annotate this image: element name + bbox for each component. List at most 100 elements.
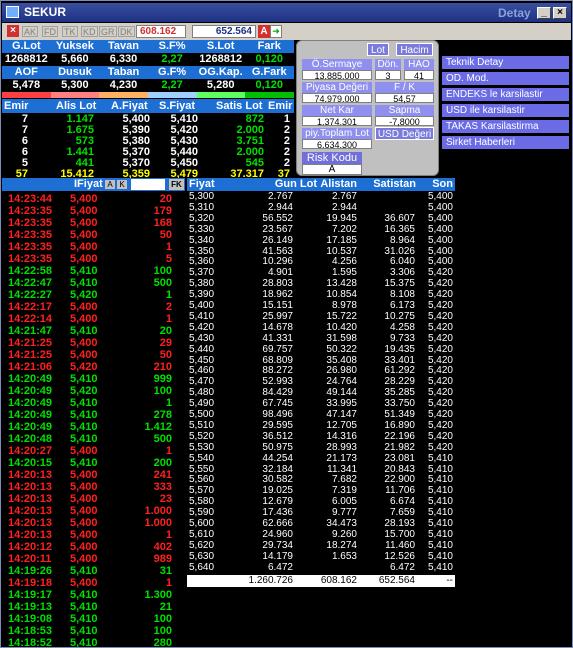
trade-row[interactable]: 14:23:35 5,400 1: [2, 241, 185, 253]
a-button[interactable]: A: [258, 25, 270, 38]
trade-row[interactable]: 14:20:27 5,400 1: [2, 445, 185, 457]
trade-time: 14:20:12: [8, 541, 53, 553]
distribution-row[interactable]: 5,420 14.678 10.420 4.258 5,420: [187, 322, 455, 334]
distribution-row[interactable]: 5,530 50.975 28.993 21.982 5,420: [187, 442, 455, 454]
trade-row[interactable]: 14:20:49 5,410 1.412: [2, 421, 185, 433]
trade-row[interactable]: 14:20:13 5,400 1.000: [2, 517, 185, 529]
close-symbol-icon[interactable]: ×: [7, 25, 19, 37]
trade-row[interactable]: 14:23:35 5,400 179: [2, 205, 185, 217]
trade-row[interactable]: 14:21:25 5,400 50: [2, 349, 185, 361]
distribution-row[interactable]: 5,510 29.595 12.705 16.890 5,420: [187, 420, 455, 432]
distribution-row[interactable]: 5,620 29.734 18.274 11.460 5,410: [187, 540, 455, 552]
sort-k-icon[interactable]: K: [117, 180, 127, 189]
distribution-row[interactable]: 5,520 36.512 14.316 22.196 5,420: [187, 431, 455, 443]
trade-row[interactable]: 14:20:13 5,400 1.000: [2, 505, 185, 517]
trade-row[interactable]: 14:20:48 5,410 500: [2, 433, 185, 445]
trade-row[interactable]: 14:20:13 5,400 333: [2, 481, 185, 493]
sort-a-icon[interactable]: A: [105, 180, 115, 189]
dusuk-header: Dusuk: [58, 66, 92, 78]
filter-input[interactable]: [131, 179, 165, 190]
trade-row[interactable]: 14:20:11 5,400 989: [2, 553, 185, 565]
trade-lot: 50: [159, 229, 172, 241]
window-right-title: Detay: [498, 6, 531, 20]
usd-degeri-button[interactable]: USD Değeri: [375, 127, 434, 140]
trade-row[interactable]: 14:20:49 5,410 278: [2, 409, 185, 421]
distribution-row[interactable]: 5,310 2.944 2.944 5,400: [187, 201, 455, 214]
dist-son: 5,400: [427, 212, 453, 224]
trade-row[interactable]: 14:19:26 5,410 31: [2, 565, 185, 577]
distribution-row[interactable]: 5,610 24.960 9.260 15.700 5,410: [187, 528, 455, 541]
trade-row[interactable]: 14:18:52 5,410 280: [2, 637, 185, 648]
trade-row[interactable]: 14:21:06 5,420 210: [2, 361, 185, 373]
trade-row[interactable]: 14:22:58 5,410 100: [2, 265, 185, 277]
hacim-button[interactable]: Hacim: [396, 43, 433, 56]
menu-sirket-haberleri[interactable]: Sirket Haberleri: [442, 136, 569, 150]
menu-teknik-detay[interactable]: Teknik Detay: [442, 56, 569, 70]
piyasa-lot-value: 6.634.300: [302, 139, 372, 150]
dist-alistan: 15.722: [326, 310, 357, 322]
distribution-row[interactable]: 5,440 69.757 50.322 19.435 5,420: [187, 344, 455, 356]
trade-row[interactable]: 14:20:13 5,400 23: [2, 493, 185, 505]
distribution-row[interactable]: 5,410 25.997 15.722 10.275 5,420: [187, 310, 455, 323]
trade-row[interactable]: 14:23:44 5,400 20: [2, 193, 185, 205]
trade-row[interactable]: 14:20:15 5,410 200: [2, 457, 185, 469]
trade-row[interactable]: 14:23:35 5,400 168: [2, 217, 185, 229]
trade-row[interactable]: 14:23:35 5,400 5: [2, 253, 185, 265]
trade-row[interactable]: 14:21:47 5,410 20: [2, 325, 185, 337]
trade-row[interactable]: 14:20:49 5,420 100: [2, 385, 185, 397]
trade-row[interactable]: 14:20:13 5,400 241: [2, 469, 185, 481]
tab-fd[interactable]: FD: [42, 26, 58, 37]
trade-row[interactable]: 14:19:13 5,410 21: [2, 601, 185, 613]
trade-lot: 280: [153, 637, 172, 648]
trade-time: 14:21:25: [8, 337, 53, 349]
lot-button[interactable]: Lot: [367, 43, 389, 56]
emir-header: Emir: [4, 100, 29, 112]
trade-row[interactable]: 14:22:47 5,410 500: [2, 277, 185, 289]
distribution-row[interactable]: 5,330 23.567 7.202 16.365 5,400: [187, 224, 455, 236]
dusuk-value: 5,300: [61, 79, 89, 91]
distribution-row[interactable]: 5,540 44.254 21.173 23.081 5,410: [187, 453, 455, 465]
fk-button[interactable]: FK: [169, 179, 184, 190]
trade-lot: 5: [165, 253, 172, 265]
distribution-row[interactable]: 5,640 6.472 6.472 5,410: [187, 562, 455, 574]
distribution-row[interactable]: 5,340 26.149 17.185 8.964 5,400: [187, 235, 455, 247]
distribution-row[interactable]: 5,430 41.331 31.598 9.733 5,420: [187, 333, 455, 345]
dist-son: 5,410: [427, 528, 453, 540]
main-window: SEKUR Detay _ × × AK FD TK KD GR DK 608.…: [0, 0, 573, 648]
trade-row[interactable]: 14:19:08 5,410 100: [2, 613, 185, 625]
scrollbar[interactable]: [561, 181, 572, 647]
trade-row[interactable]: 14:20:49 5,410 999: [2, 373, 185, 385]
go-arrow-icon[interactable]: ➜: [270, 25, 282, 38]
tab-dk[interactable]: DK: [118, 26, 135, 37]
title-bar[interactable]: SEKUR Detay _ ×: [2, 3, 571, 22]
trade-row[interactable]: 14:22:17 5,400 2: [2, 301, 185, 313]
close-icon[interactable]: ×: [553, 7, 567, 19]
trade-row[interactable]: 14:18:53 5,410 100: [2, 625, 185, 637]
trade-row[interactable]: 14:21:25 5,400 29: [2, 337, 185, 349]
trade-row[interactable]: 14:20:12 5,400 402: [2, 541, 185, 553]
tab-ak[interactable]: AK: [22, 26, 39, 37]
trade-row[interactable]: 14:23:35 5,400 50: [2, 229, 185, 241]
menu-takas[interactable]: TAKAS Karsilastirma: [442, 120, 569, 134]
dist-gun-lot: 2.944: [267, 201, 293, 213]
trade-time: 14:23:35: [8, 205, 53, 217]
gfark-header: G.Fark: [251, 66, 287, 78]
menu-od-mod[interactable]: OD. Mod.: [442, 72, 569, 86]
menu-endeks[interactable]: ENDEKS le karsilastir: [442, 88, 569, 102]
distribution-row[interactable]: 5,300 2.767 2.767 5,400: [187, 191, 455, 203]
tab-tk[interactable]: TK: [62, 26, 78, 37]
trade-row[interactable]: 14:22:14 5,400 1: [2, 313, 185, 325]
trade-row[interactable]: 14:19:18 5,400 1: [2, 577, 185, 589]
o-sermaye-value: 13.885.000: [302, 70, 372, 81]
trade-row[interactable]: 14:19:17 5,410 1.300: [2, 589, 185, 601]
tab-kd[interactable]: KD: [81, 26, 98, 37]
distribution-row[interactable]: 5,320 56.552 19.945 36.607 5,400: [187, 212, 455, 225]
trade-row[interactable]: 14:20:13 5,400 1: [2, 529, 185, 541]
minimize-icon[interactable]: _: [537, 7, 551, 19]
menu-usd[interactable]: USD ile karsilastir: [442, 104, 569, 118]
trade-row[interactable]: 14:22:27 5,420 1: [2, 289, 185, 301]
trade-row[interactable]: 14:20:49 5,410 1: [2, 397, 185, 409]
trades-list: IFiyat A K FK 14:23:44 5,400 20 14:23:35 5,4…: [2, 178, 185, 648]
tab-gr[interactable]: GR: [99, 26, 117, 37]
distribution-row[interactable]: 5,630 14.179 1.653 12.526 5,410: [187, 551, 455, 563]
